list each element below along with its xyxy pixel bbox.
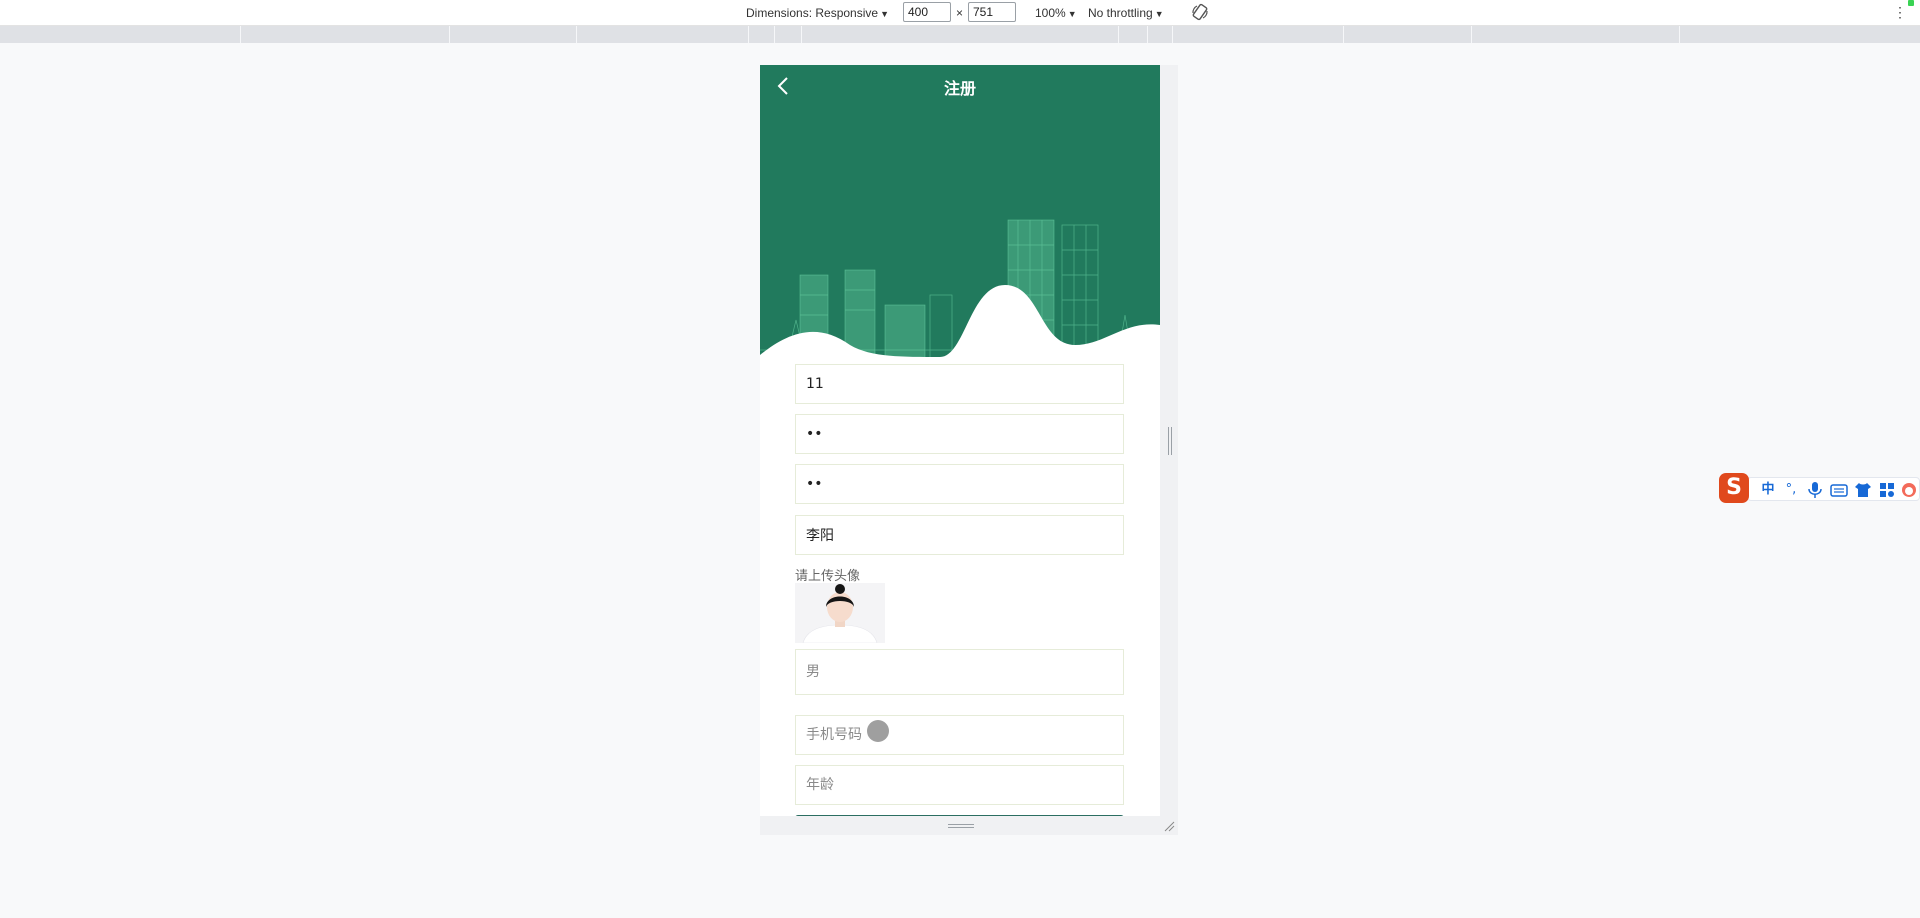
- gender-field[interactable]: [795, 649, 1124, 695]
- city-skyline-illustration: [760, 219, 1160, 375]
- submit-button[interactable]: [795, 815, 1124, 816]
- ime-chinese-mode[interactable]: 中: [1758, 481, 1778, 499]
- caret-down-icon: ▼: [880, 9, 889, 19]
- media-query-bar[interactable]: [0, 26, 1920, 43]
- keyboard-icon[interactable]: [1829, 481, 1849, 499]
- name-input[interactable]: [795, 515, 1124, 555]
- devtools-device-toolbar: Dimensions: Responsive▼ × 100%▼ No throt…: [0, 0, 1920, 26]
- width-input[interactable]: [903, 2, 951, 22]
- dimensions-label: Dimensions: Responsive: [746, 6, 879, 20]
- throttling-dropdown[interactable]: No throttling ▼: [1088, 5, 1164, 21]
- dimensions-dropdown[interactable]: Dimensions: Responsive ▼: [746, 5, 889, 21]
- header-banner: 注册: [760, 65, 1160, 375]
- caret-down-icon: ▼: [1154, 9, 1164, 19]
- sogou-logo-icon[interactable]: S: [1719, 473, 1749, 503]
- phone-input[interactable]: [795, 715, 1124, 755]
- resize-corner-icon[interactable]: [1163, 820, 1175, 832]
- skin-shirt-icon[interactable]: [1853, 481, 1873, 499]
- touch-cursor: [867, 720, 889, 742]
- ime-punctuation[interactable]: °,: [1781, 481, 1801, 499]
- rotate-icon[interactable]: [1190, 2, 1210, 22]
- avatar-upload[interactable]: [795, 583, 885, 643]
- mascot-icon[interactable]: [1899, 481, 1919, 499]
- page-title: 注册: [943, 79, 976, 98]
- status-indicator: [1908, 0, 1914, 6]
- password-input[interactable]: [795, 414, 1124, 454]
- caret-down-icon: ▼: [1067, 9, 1077, 19]
- more-options-icon[interactable]: ⋮: [1893, 3, 1907, 21]
- avatar-photo: [795, 583, 885, 643]
- device-viewport: 注册 11 •• •• 李阳 请上传头像 男 手机号码 年龄: [760, 65, 1160, 816]
- avatar-label: 请上传头像: [795, 569, 861, 584]
- height-input[interactable]: [968, 2, 1016, 22]
- toolbox-grid-icon[interactable]: [1877, 481, 1897, 499]
- resize-handle-bottom[interactable]: [948, 824, 974, 828]
- zoom-dropdown[interactable]: 100% ▼: [1035, 5, 1077, 21]
- zoom-label: 100%: [1035, 6, 1066, 20]
- age-input[interactable]: [795, 765, 1124, 805]
- confirm-password-input[interactable]: [795, 464, 1124, 504]
- ime-toolbar-bar: 中 °,: [1747, 477, 1920, 501]
- username-input[interactable]: [795, 364, 1124, 404]
- throttling-label: No throttling: [1088, 6, 1153, 20]
- resize-handle-right[interactable]: [1168, 427, 1172, 455]
- times-label: ×: [956, 6, 964, 20]
- microphone-icon[interactable]: [1805, 481, 1825, 499]
- ime-toolbar: 中 °, S: [1717, 473, 1920, 505]
